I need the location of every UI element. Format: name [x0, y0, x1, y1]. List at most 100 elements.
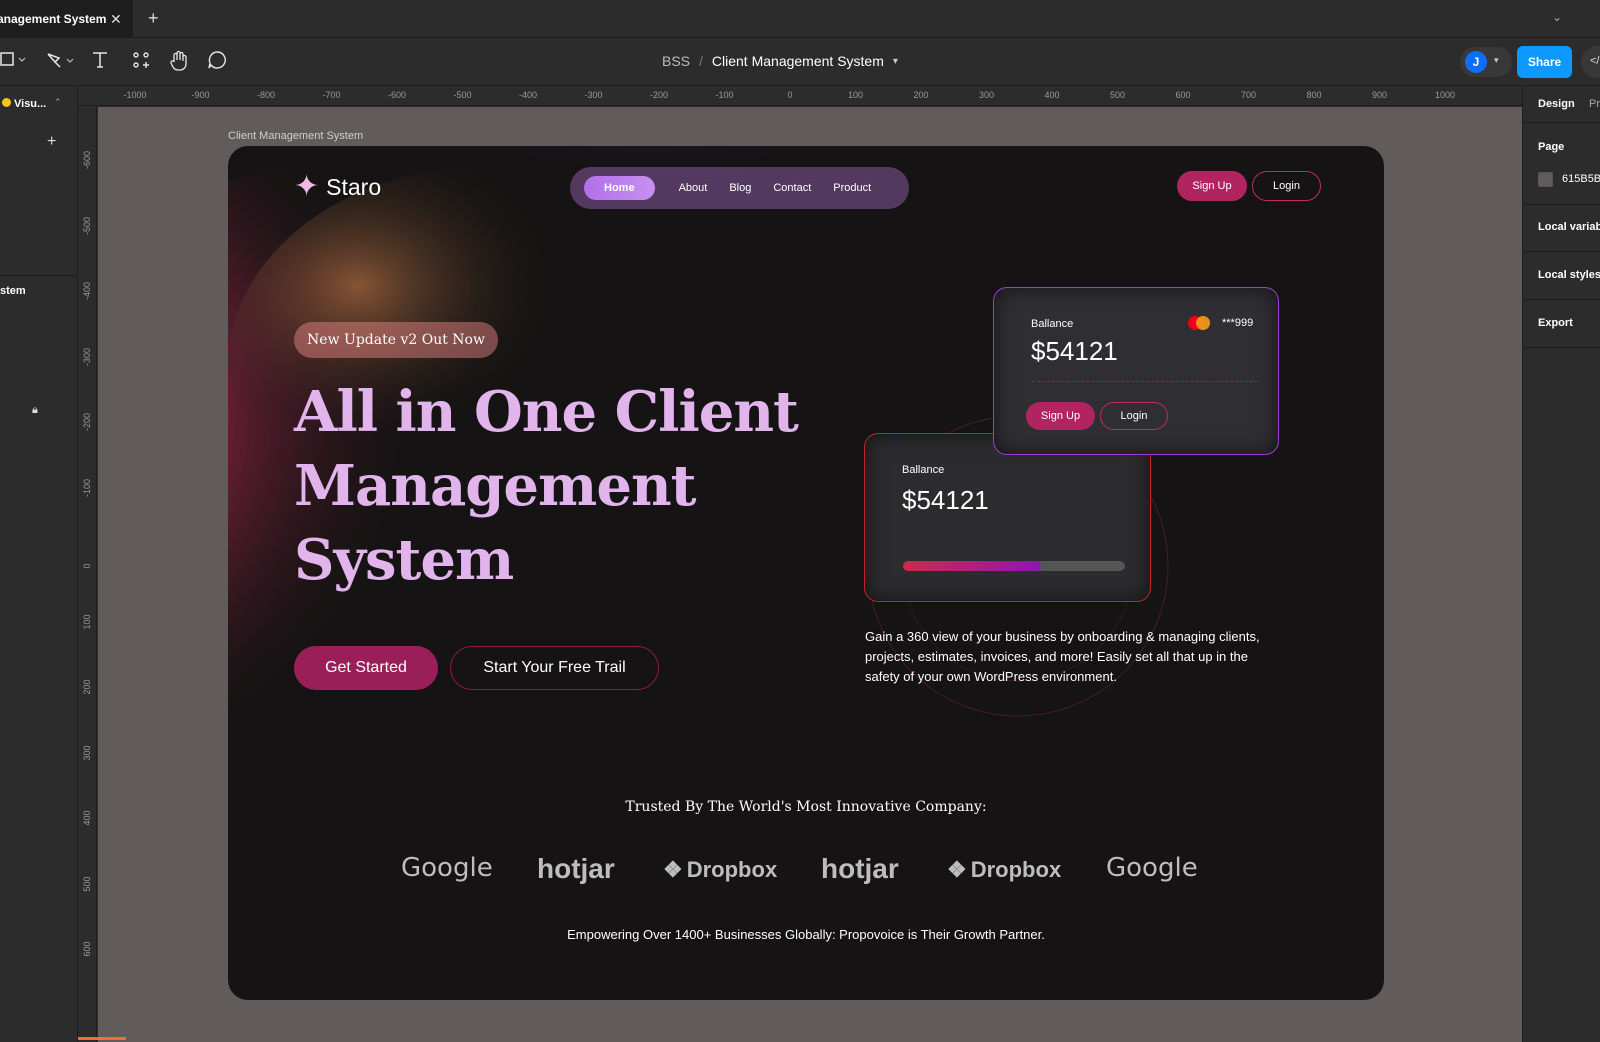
- ruler-tick-label: -700: [322, 90, 341, 100]
- page-emoji-icon: [2, 98, 11, 107]
- landing-frame[interactable]: ✦ Staro Home About Blog Contact Product …: [228, 146, 1384, 1000]
- lock-icon[interactable]: 🔒︎: [32, 404, 38, 417]
- share-button[interactable]: Share: [1517, 46, 1572, 78]
- divider: [0, 275, 78, 276]
- hero-description: Gain a 360 view of your business by onbo…: [865, 629, 1260, 684]
- site-logo[interactable]: ✦ Staro: [294, 172, 381, 202]
- dev-mode-toggle[interactable]: </: [1581, 46, 1600, 78]
- ruler-tick-label: -300: [82, 347, 92, 366]
- dropbox-logo: ❖ Dropbox: [947, 857, 1061, 883]
- nav-home[interactable]: Home: [584, 176, 655, 200]
- ruler-tick-label: 500: [1109, 90, 1126, 100]
- text-tool-icon[interactable]: [91, 50, 109, 70]
- frame-tool-icon[interactable]: [0, 50, 26, 68]
- ruler-tick-label: 300: [82, 744, 92, 760]
- page-color-swatch[interactable]: [1538, 172, 1553, 187]
- ruler-tick-label: -300: [584, 90, 603, 100]
- footer-text: Empowering Over 1400+ Businesses Globall…: [567, 927, 1045, 942]
- project-name[interactable]: BSS: [662, 53, 690, 69]
- dropbox-icon: ❖: [663, 857, 683, 882]
- ruler-tick-label: 700: [1240, 90, 1257, 100]
- chevron-up-icon[interactable]: ⌃: [54, 97, 62, 108]
- nav-product[interactable]: Product: [822, 182, 882, 194]
- ruler-tick-label: 600: [1175, 90, 1191, 100]
- balance-amount: $54121: [1031, 336, 1118, 366]
- local-styles[interactable]: Local styles: [1538, 269, 1600, 281]
- hero-line: Management: [294, 453, 697, 519]
- ruler-tick-label: -500: [82, 216, 92, 235]
- card-signup-button[interactable]: Sign Up: [1026, 402, 1095, 430]
- components-icon[interactable]: [131, 50, 151, 70]
- divider: [1523, 251, 1600, 252]
- ruler-tick-label: 0: [82, 563, 92, 569]
- ruler-tick-label: -400: [518, 90, 538, 100]
- nav-contact[interactable]: Contact: [762, 182, 822, 194]
- pen-tool-icon[interactable]: [45, 50, 77, 70]
- nav-about[interactable]: About: [668, 182, 719, 194]
- local-variables[interactable]: Local variabl: [1538, 221, 1600, 233]
- dropbox-wordmark: Dropbox: [686, 857, 778, 882]
- ruler-tick-label: 600: [82, 941, 92, 957]
- ruler-tick-label: 1000: [1434, 90, 1456, 100]
- google-logo: Google: [401, 853, 493, 883]
- export-section[interactable]: Export: [1538, 317, 1573, 329]
- layer-item[interactable]: stem: [0, 285, 26, 297]
- add-tab-icon[interactable]: +: [148, 8, 159, 29]
- ruler-tick-label: -500: [453, 90, 472, 100]
- close-icon[interactable]: ✕: [110, 11, 122, 28]
- card-login-button[interactable]: Login: [1100, 402, 1168, 430]
- hero-line: System: [294, 527, 514, 593]
- page-name: Visu...: [14, 98, 47, 110]
- divider: [1523, 299, 1600, 300]
- ruler-vertical: -600 -500 -400 -300 -200 -100 0 100 200 300 400 500…: [78, 106, 97, 1042]
- add-page-icon[interactable]: +: [47, 133, 56, 151]
- ruler-tick-label: 200: [913, 90, 929, 100]
- hotjar-logo: hotjar: [537, 853, 615, 884]
- login-button[interactable]: Login: [1252, 171, 1321, 201]
- file-name[interactable]: Client Management System: [712, 53, 884, 69]
- comment-tool-icon[interactable]: [207, 50, 227, 70]
- site-nav: Home About Blog Contact Product: [570, 167, 909, 209]
- page-color-value[interactable]: 615B5B: [1562, 173, 1600, 185]
- avatar[interactable]: J: [1465, 51, 1487, 73]
- ruler-tick-label: -600: [82, 150, 92, 169]
- trusted-title: Trusted By The World's Most Innovative C…: [625, 799, 987, 815]
- ruler-tick-label: 400: [1044, 90, 1060, 100]
- chevron-down-icon[interactable]: ▾: [893, 56, 898, 67]
- page-heading: Page: [1538, 141, 1565, 153]
- signup-button[interactable]: Sign Up: [1177, 171, 1247, 201]
- frame-label[interactable]: Client Management System: [228, 130, 363, 142]
- get-started-button[interactable]: Get Started: [294, 646, 438, 690]
- tab-design[interactable]: Design: [1538, 98, 1575, 110]
- divider: [1032, 381, 1258, 382]
- hand-tool-icon[interactable]: [169, 50, 189, 72]
- balance-label: Ballance: [902, 464, 945, 476]
- file-tab[interactable]: anagement System ✕: [0, 0, 133, 38]
- chevron-down-icon[interactable]: ▾: [1494, 55, 1499, 66]
- layers-panel: Visu... ⌃ + stem 🔒︎: [0, 87, 78, 1042]
- ruler-tick-label: 400: [82, 810, 92, 826]
- nav-blog[interactable]: Blog: [718, 182, 762, 194]
- breadcrumb: BSS / Client Management System ▾: [662, 53, 898, 69]
- ruler-tick-label: -200: [649, 90, 669, 100]
- balance-card-front: Ballance $54121 ***999 Sign Up Login: [993, 287, 1279, 455]
- chevron-down-icon[interactable]: ⌄: [1552, 10, 1562, 24]
- sparkle-icon: ✦: [294, 170, 320, 203]
- page-selector[interactable]: Visu...: [2, 98, 46, 110]
- hero-line: All in One Client: [294, 379, 799, 445]
- partner-logos: Google hotjar ❖ Dropbox hotjar ❖ Dropbox G…: [228, 853, 1384, 893]
- canvas[interactable]: Client Management System ✦ Staro Home Ab…: [98, 107, 1522, 1042]
- toolbar: BSS / Client Management System ▾ J ▾ Sha…: [0, 38, 1600, 86]
- update-badge[interactable]: New Update v2 Out Now: [294, 322, 498, 358]
- status-indicator: [78, 1037, 126, 1040]
- panel-tabs: Design Pro: [1523, 87, 1600, 123]
- tab-prototype[interactable]: Pro: [1589, 98, 1600, 110]
- ruler-tick-label: 100: [82, 613, 92, 629]
- ruler-tick-label: -100: [715, 90, 734, 100]
- card-number: ***999: [1222, 317, 1254, 329]
- ruler-tick-label: 800: [1306, 90, 1322, 100]
- free-trial-button[interactable]: Start Your Free Trail: [450, 646, 659, 690]
- multiplayer-menu[interactable]: J ▾: [1460, 47, 1512, 77]
- ruler-tick-label: 900: [1371, 90, 1388, 100]
- breadcrumb-separator: /: [699, 53, 703, 69]
